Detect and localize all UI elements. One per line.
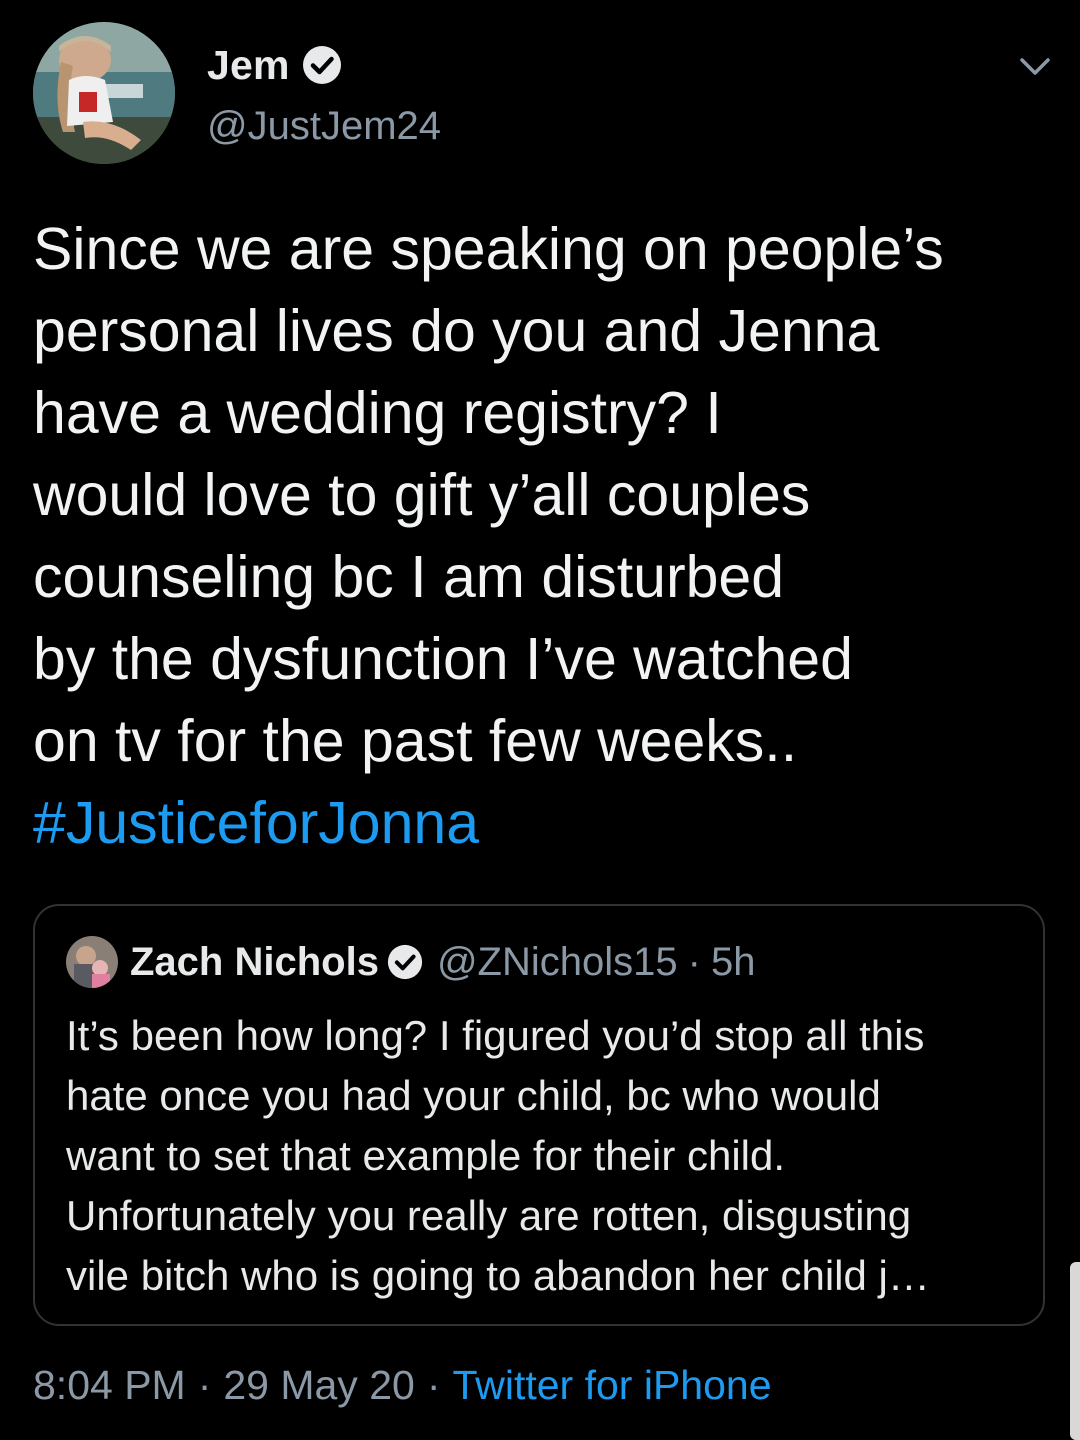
tweet-text-line: Since we are speaking on people’s (33, 216, 944, 282)
tweet-date: 29 May 20 (223, 1362, 415, 1408)
tweet-text-line: on tv for the past few weeks.. (33, 708, 798, 774)
quoted-author-avatar (66, 936, 118, 988)
tweet-metadata: 8:04 PM · 29 May 20 · Twitter for iPhone (33, 1362, 772, 1409)
verified-badge-icon (302, 45, 342, 85)
quoted-text-line: Unfortunately you really are rotten, dis… (66, 1192, 912, 1239)
quoted-text-line: It’s been how long? I figured you’d stop… (66, 1012, 925, 1059)
separator-dot: · (197, 1362, 212, 1408)
tweet-header: Jem @JustJem24 (33, 22, 1053, 167)
quoted-text-line: hate once you had your child, bc who wou… (66, 1072, 881, 1119)
quoted-tweet-card[interactable]: Zach Nichols @ZNichols15 · 5h It’s been … (33, 904, 1045, 1326)
separator-dot: · (687, 939, 701, 984)
author-display-name[interactable]: Jem (207, 42, 290, 89)
tweet-text-line: personal lives do you and Jenna (33, 298, 880, 364)
tweet-text-line: would love to gift y’all couples (33, 462, 811, 528)
tweet-time: 8:04 PM (33, 1362, 186, 1408)
author-avatar[interactable] (33, 22, 175, 164)
tweet-detail: Jem @JustJem24 Since we are speaking on … (0, 0, 1080, 1440)
quoted-text-line: vile bitch who is going to abandon her c… (66, 1252, 930, 1299)
author-handle[interactable]: @JustJem24 (207, 104, 441, 149)
quoted-text-line: want to set that example for their child… (66, 1132, 786, 1179)
hashtag-link[interactable]: #JusticeforJonna (33, 782, 1043, 864)
author-name-row[interactable]: Jem (207, 38, 342, 92)
scroll-handle[interactable] (1070, 1262, 1080, 1440)
quoted-tweet-time: 5h (710, 939, 756, 984)
quoted-author-name: Zach Nichols (130, 939, 379, 984)
quoted-author-handle: @ZNichols15 (436, 939, 678, 984)
separator-dot: · (426, 1362, 441, 1408)
tweet-text-line: have a wedding registry? I (33, 380, 722, 446)
tweet-body-text: Since we are speaking on people’s person… (33, 208, 1043, 864)
quoted-tweet-text: It’s been how long? I figured you’d stop… (66, 1006, 1026, 1306)
tweet-source-link[interactable]: Twitter for iPhone (452, 1362, 771, 1408)
chevron-down-icon[interactable] (1017, 48, 1053, 84)
verified-badge-icon (387, 944, 423, 980)
tweet-text-line: by the dysfunction I’ve watched (33, 626, 853, 692)
tweet-text-line: counseling bc I am disturbed (33, 544, 785, 610)
quoted-tweet-header: Zach Nichols @ZNichols15 · 5h (66, 936, 755, 988)
